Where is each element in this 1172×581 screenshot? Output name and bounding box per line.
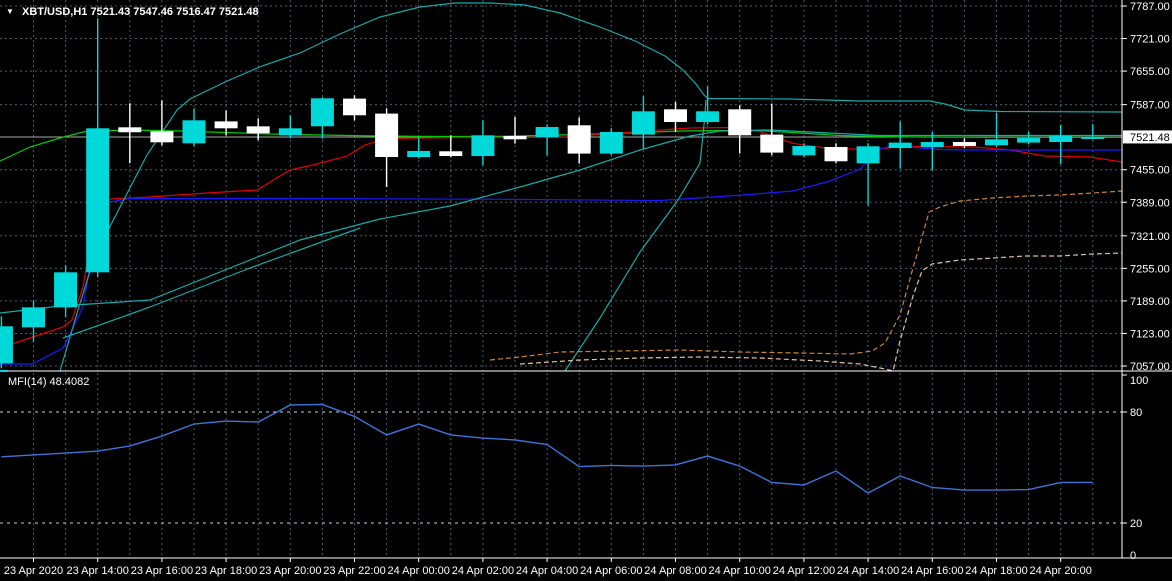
svg-text:24 Apr 00:00: 24 Apr 00:00: [388, 565, 450, 577]
svg-text:80: 80: [1130, 407, 1142, 419]
candle-body: [214, 121, 238, 129]
svg-text:23 Apr 2020: 23 Apr 2020: [4, 565, 63, 577]
candle-body: [407, 150, 431, 158]
candle-body: [599, 131, 623, 154]
candle-body: [118, 127, 142, 133]
svg-text:7255.00: 7255.00: [1130, 263, 1170, 275]
candle-body: [535, 127, 559, 138]
candle-body: [952, 142, 976, 147]
candle-body: [343, 98, 366, 116]
svg-text:24 Apr 18:00: 24 Apr 18:00: [965, 565, 1027, 577]
svg-text:7389.00: 7389.00: [1130, 197, 1170, 209]
candle-body: [310, 98, 334, 127]
svg-text:7189.00: 7189.00: [1130, 296, 1170, 308]
chart-canvas[interactable]: 7787.00 7721.00 7655.00 7587.00 7455.00 7389.…: [0, 0, 1172, 581]
candle-body: [920, 142, 944, 147]
candle-body: [375, 113, 399, 158]
candle-body: [22, 307, 45, 328]
symbol-dropdown-icon[interactable]: ▼: [6, 7, 14, 16]
svg-text:23 Apr 22:00: 23 Apr 22:00: [323, 565, 385, 577]
svg-text:20: 20: [1130, 518, 1142, 530]
candle-body: [856, 146, 880, 164]
svg-text:23 Apr 14:00: 23 Apr 14:00: [67, 565, 129, 577]
svg-text:24 Apr 20:00: 24 Apr 20:00: [1030, 565, 1092, 577]
candle-body: [54, 272, 78, 308]
svg-text:23 Apr 20:00: 23 Apr 20:00: [259, 565, 321, 577]
candle-body: [439, 151, 463, 157]
svg-text:23 Apr 16:00: 23 Apr 16:00: [131, 565, 193, 577]
svg-text:24 Apr 10:00: 24 Apr 10:00: [709, 565, 771, 577]
candle-body: [792, 146, 816, 156]
svg-text:24 Apr 04:00: 24 Apr 04:00: [516, 565, 578, 577]
candle-body: [631, 111, 655, 135]
candle-body: [1049, 135, 1073, 143]
svg-text:24 Apr 06:00: 24 Apr 06:00: [580, 565, 642, 577]
candle-body: [664, 109, 687, 122]
svg-text:7521.48: 7521.48: [1130, 132, 1170, 144]
candle-body: [86, 128, 110, 273]
candle-body: [0, 326, 13, 364]
svg-text:100: 100: [1130, 375, 1148, 387]
candle-body: [471, 135, 495, 157]
svg-text:7655.00: 7655.00: [1130, 66, 1170, 78]
svg-text:23 Apr 18:00: 23 Apr 18:00: [195, 565, 257, 577]
svg-text:24 Apr 16:00: 24 Apr 16:00: [901, 565, 963, 577]
svg-text:7057.00: 7057.00: [1130, 361, 1170, 373]
candle-body: [888, 142, 912, 149]
svg-text:24 Apr 14:00: 24 Apr 14:00: [837, 565, 899, 577]
candle-body: [182, 120, 206, 144]
svg-text:7587.00: 7587.00: [1130, 100, 1170, 112]
candle-body: [567, 125, 591, 154]
candle-body: [1081, 136, 1105, 139]
svg-text:7455.00: 7455.00: [1130, 165, 1170, 177]
candle-body: [696, 111, 720, 122]
mfi-indicator-label: MFI(14) 48.4082: [8, 376, 90, 388]
candle-body: [278, 128, 302, 136]
symbol-ohlc-title: XBT/USD,H1 7521.43 7547.46 7516.47 7521.…: [22, 6, 259, 18]
svg-text:0: 0: [1130, 550, 1136, 562]
candle-body: [503, 135, 527, 140]
candle-body: [760, 134, 784, 153]
candle-body: [728, 109, 752, 136]
svg-text:24 Apr 02:00: 24 Apr 02:00: [452, 565, 514, 577]
svg-text:24 Apr 12:00: 24 Apr 12:00: [773, 565, 835, 577]
candle-body: [824, 146, 848, 162]
candle-body: [985, 139, 1008, 146]
svg-text:7787.00: 7787.00: [1130, 1, 1170, 13]
svg-text:24 Apr 08:00: 24 Apr 08:00: [644, 565, 706, 577]
candle-body: [1017, 138, 1041, 143]
candle-body: [150, 131, 174, 143]
svg-text:7123.00: 7123.00: [1130, 328, 1170, 340]
svg-text:7321.00: 7321.00: [1130, 231, 1170, 243]
svg-text:7721.00: 7721.00: [1130, 34, 1170, 46]
trading-chart-window: ▼ XBT/USD,H1 7521.43 7547.46 7516.47 752…: [0, 0, 1172, 581]
candle-body: [246, 126, 270, 134]
